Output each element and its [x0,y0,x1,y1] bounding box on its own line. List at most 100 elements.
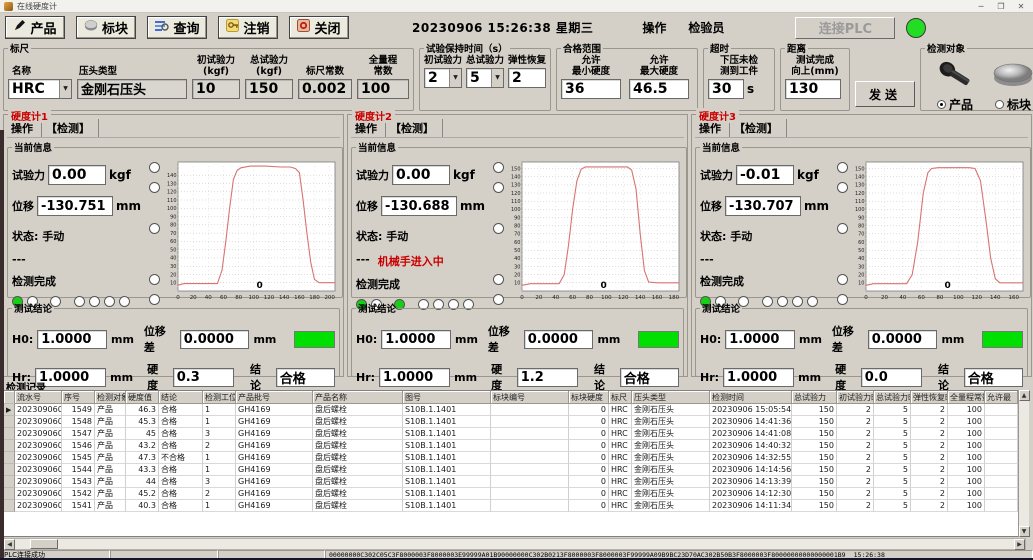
table-cell[interactable] [985,428,1018,440]
table-cell[interactable]: 2 [911,488,948,500]
table-cell[interactable]: 20230906 14:41:36 [710,416,792,428]
table-cell[interactable]: 合格 [159,428,203,440]
row-selector[interactable] [4,500,15,512]
table-cell[interactable]: 0 [569,428,609,440]
toolbar-button-5[interactable]: 关闭 [289,16,349,39]
table-cell[interactable]: 20230906 14:41:08 [710,428,792,440]
table-horizontal-scrollbar[interactable]: ◀ ▶ [3,538,1026,550]
radio-product[interactable] [937,100,946,109]
scroll-right-icon[interactable]: ▶ [1014,539,1025,550]
radio-block[interactable] [995,100,1004,109]
table-cell[interactable]: 2 [837,416,874,428]
table-cell[interactable]: 产品 [95,416,126,428]
table-cell[interactable]: HRC [609,440,632,452]
row-selector[interactable]: ▶ [4,404,15,416]
table-cell[interactable]: 2 [911,428,948,440]
column-header[interactable]: 允许最 [985,391,1018,404]
table-cell[interactable] [491,476,569,488]
table-cell[interactable]: 1544 [62,464,95,476]
column-header[interactable]: 全量程常数 [948,391,985,404]
column-header[interactable]: 初试验力时间 [837,391,874,404]
table-cell[interactable]: 202309060001 [15,500,62,512]
table-cell[interactable]: 2 [911,416,948,428]
table-cell[interactable]: HRC [609,428,632,440]
table-cell[interactable]: 金刚石压头 [632,416,710,428]
table-cell[interactable]: 100 [948,452,985,464]
table-cell[interactable]: 100 [948,500,985,512]
column-header[interactable]: 总试验力 [792,391,837,404]
table-cell[interactable]: 盘后螺栓 [313,404,403,416]
table-cell[interactable]: 150 [792,416,837,428]
scroll-down-icon[interactable]: ▼ [1019,526,1030,537]
table-cell[interactable]: 20230906 14:32:55 [710,452,792,464]
table-cell[interactable]: HRC [609,464,632,476]
column-header[interactable]: 标块编号 [491,391,569,404]
table-cell[interactable]: 0 [569,416,609,428]
table-cell[interactable] [491,500,569,512]
chevron-down-icon[interactable]: ▼ [449,69,461,87]
table-cell[interactable]: 43.3 [126,464,159,476]
table-cell[interactable]: 盘后螺栓 [313,428,403,440]
chevron-down-icon[interactable]: ▼ [491,69,503,87]
table-cell[interactable]: 2 [911,440,948,452]
table-cell[interactable]: 盘后螺栓 [313,452,403,464]
table-cell[interactable]: 1545 [62,452,95,464]
table-cell[interactable]: 1547 [62,428,95,440]
column-header[interactable]: 图号 [403,391,491,404]
table-cell[interactable]: 5 [874,476,911,488]
table-cell[interactable] [491,404,569,416]
table-cell[interactable]: HRC [609,404,632,416]
table-cell[interactable]: 盘后螺栓 [313,440,403,452]
table-cell[interactable] [491,488,569,500]
table-cell[interactable]: 2 [911,452,948,464]
table-cell[interactable]: 5 [874,500,911,512]
toolbar-button-3[interactable]: 查询 [147,16,207,39]
table-cell[interactable]: 产品 [95,464,126,476]
table-cell[interactable]: 金刚石压头 [632,404,710,416]
table-cell[interactable]: GH4169 [236,428,313,440]
table-cell[interactable]: 金刚石压头 [632,452,710,464]
hold-time-input-3[interactable]: 2 [508,68,546,88]
table-vertical-scrollbar[interactable]: ▲ ▼ [1018,390,1029,537]
table-cell[interactable]: 金刚石压头 [632,488,710,500]
table-cell[interactable]: 40.3 [126,500,159,512]
scroll-left-icon[interactable]: ◀ [4,539,15,550]
column-header[interactable]: 产品名称 [313,391,403,404]
distance-field[interactable]: 130 [785,79,841,99]
send-button[interactable]: 发送 [855,81,915,107]
table-cell[interactable]: 合格 [159,416,203,428]
table-cell[interactable] [491,452,569,464]
column-header[interactable]: 产品批号 [236,391,313,404]
table-cell[interactable]: GH4169 [236,476,313,488]
table-cell[interactable]: 0 [569,440,609,452]
column-header[interactable]: 标尺 [609,391,632,404]
table-cell[interactable]: 金刚石压头 [632,500,710,512]
table-cell[interactable]: 1546 [62,440,95,452]
table-cell[interactable] [985,416,1018,428]
table-cell[interactable]: 2 [837,440,874,452]
target-option-block[interactable]: 标块 [995,96,1031,113]
table-cell[interactable]: 3 [203,476,236,488]
table-cell[interactable] [985,452,1018,464]
table-cell[interactable]: 2 [911,476,948,488]
table-cell[interactable]: 43.2 [126,440,159,452]
table-cell[interactable]: 45.3 [126,416,159,428]
table-cell[interactable] [491,416,569,428]
table-cell[interactable]: 100 [948,416,985,428]
table-cell[interactable] [985,476,1018,488]
hold-time-input-1[interactable]: 2▼ [424,68,462,88]
table-cell[interactable]: GH4169 [236,452,313,464]
table-cell[interactable]: S10B.1.1401 [403,440,491,452]
table-cell[interactable]: 合格 [159,500,203,512]
table-cell[interactable]: 100 [948,488,985,500]
table-cell[interactable]: GH4169 [236,440,313,452]
table-cell[interactable]: 1 [203,464,236,476]
table-cell[interactable] [985,404,1018,416]
table-cell[interactable]: 202309060003 [15,476,62,488]
table-cell[interactable]: 202309060008 [15,416,62,428]
table-cell[interactable]: HRC [609,416,632,428]
column-header[interactable]: 总试验力时间 [874,391,911,404]
table-cell[interactable]: 盘后螺栓 [313,464,403,476]
table-cell[interactable]: 3 [203,428,236,440]
table-cell[interactable]: 1 [203,452,236,464]
